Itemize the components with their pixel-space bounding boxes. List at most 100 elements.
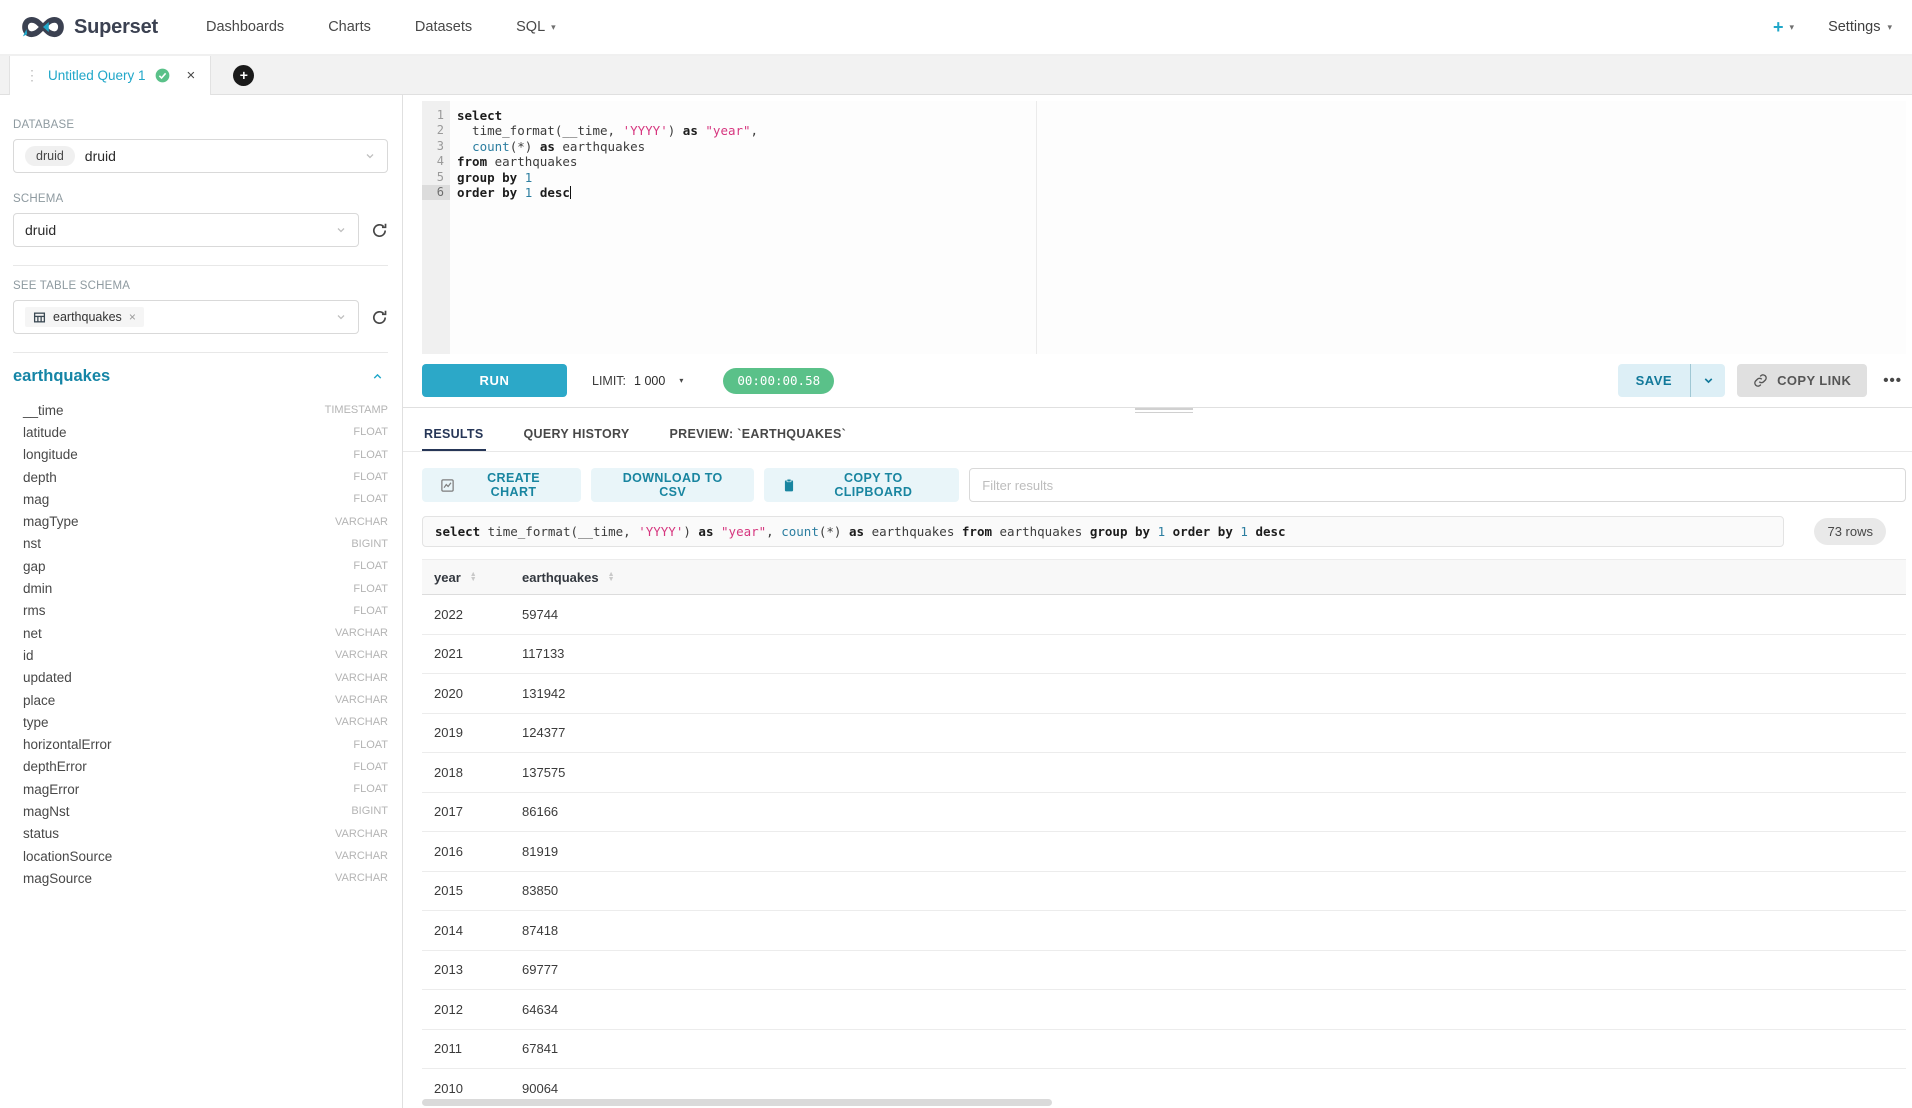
sql-token-kw: desc	[540, 185, 570, 200]
top-navbar: Superset Dashboards Charts Datasets SQL …	[0, 0, 1912, 56]
table-schema-label: SEE TABLE SCHEMA	[13, 280, 388, 292]
table-select[interactable]: earthquakes ×	[13, 300, 359, 334]
schema-select[interactable]: druid	[13, 213, 359, 247]
column-name: place	[23, 693, 55, 708]
resize-drag-handle[interactable]	[1135, 406, 1193, 415]
column-name: __time	[23, 403, 64, 418]
new-tab-button[interactable]: +	[233, 65, 254, 86]
clipboard-icon	[782, 478, 796, 492]
cell-earthquakes: 64634	[510, 990, 1906, 1030]
row-count-badge: 73 rows	[1814, 518, 1886, 545]
text-cursor	[570, 186, 572, 199]
sql-token-kw: as	[698, 524, 713, 539]
sidebar-divider	[13, 265, 388, 266]
nav-item-charts[interactable]: Charts	[306, 19, 393, 35]
drag-dots-icon[interactable]: ⋮	[25, 67, 39, 84]
tab-preview-earthquakes[interactable]: PREVIEW: `EARTHQUAKES`	[668, 418, 849, 451]
sort-down-icon: ▼	[608, 577, 615, 582]
column-name: status	[23, 826, 59, 841]
sql-token-kw: group by	[457, 170, 517, 185]
column-row: longitudeFLOAT	[13, 444, 388, 466]
sql-token-pl	[1165, 524, 1173, 539]
column-type: VARCHAR	[335, 872, 388, 884]
results-actions-row: CREATE CHART DOWNLOAD TO CSV COPY TO CLI…	[422, 468, 1906, 502]
column-header-label: year	[434, 570, 461, 585]
sort-down-icon: ▼	[470, 577, 477, 582]
column-type: FLOAT	[353, 426, 388, 438]
nav-item-datasets[interactable]: Datasets	[393, 19, 494, 35]
cell-year: 2017	[422, 792, 510, 832]
tab-untitled-query-1[interactable]: ⋮ Untitled Query 1 ×	[9, 56, 211, 95]
superset-brand[interactable]: Superset	[20, 14, 158, 40]
table-row: 202259744	[422, 595, 1906, 635]
plus-icon: +	[1773, 18, 1784, 36]
more-actions-button[interactable]: •••	[1879, 372, 1906, 389]
horizontal-scrollbar-thumb[interactable]	[422, 1099, 1052, 1106]
remove-table-icon[interactable]: ×	[129, 310, 136, 324]
table-row: 2021117133	[422, 634, 1906, 674]
filter-results-input[interactable]	[969, 468, 1906, 502]
column-header-inner[interactable]: earthquakes▲▼	[522, 570, 1906, 585]
sql-token-pl: (*)	[819, 524, 849, 539]
table-row: 201264634	[422, 990, 1906, 1030]
column-header-inner[interactable]: year ▲▼	[434, 570, 510, 585]
column-name: magError	[23, 782, 79, 797]
create-chart-button[interactable]: CREATE CHART	[422, 468, 581, 502]
sql-token-st: "year"	[721, 524, 766, 539]
refresh-schemas-icon[interactable]	[371, 222, 388, 239]
sql-editor[interactable]: 123456 select time_format(__time, 'YYYY'…	[422, 101, 1906, 354]
column-type: VARCHAR	[335, 649, 388, 661]
sql-token-pl: )	[683, 524, 698, 539]
sql-token-st: "year"	[705, 123, 750, 138]
pane-divider	[403, 407, 1912, 408]
column-type: VARCHAR	[335, 627, 388, 639]
column-name: magNst	[23, 804, 70, 819]
table-row: 201487418	[422, 911, 1906, 951]
column-name: depthError	[23, 759, 87, 774]
save-button[interactable]: SAVE	[1618, 364, 1691, 397]
column-type: FLOAT	[353, 449, 388, 461]
editor-gutter: 123456	[422, 101, 450, 354]
refresh-tables-icon[interactable]	[371, 309, 388, 326]
editor-code-area[interactable]: select time_format(__time, 'YYYY') as "y…	[450, 101, 1906, 354]
close-icon[interactable]: ×	[187, 67, 196, 84]
column-row: depthErrorFLOAT	[13, 756, 388, 778]
save-options-chevron[interactable]	[1691, 364, 1725, 397]
tab-results[interactable]: RESULTS	[422, 418, 486, 451]
column-name: updated	[23, 670, 72, 685]
code-line: order by 1 desc	[457, 185, 1906, 200]
save-split-button[interactable]: SAVE	[1618, 364, 1725, 397]
column-type: FLOAT	[353, 783, 388, 795]
line-number: 6	[422, 185, 450, 200]
column-type: VARCHAR	[335, 828, 388, 840]
sort-carets-icon[interactable]: ▲▼	[470, 572, 477, 582]
nav-item-dashboards[interactable]: Dashboards	[184, 19, 306, 35]
cell-earthquakes: 86166	[510, 792, 1906, 832]
table-name-heading[interactable]: earthquakes	[13, 367, 110, 386]
column-header-earthquakes[interactable]: earthquakes▲▼	[510, 560, 1906, 595]
sql-token-pl: time_format(__time,	[457, 123, 623, 138]
column-name: latitude	[23, 425, 67, 440]
limit-dropdown[interactable]: LIMIT: 1 000 ▾	[592, 374, 683, 388]
column-row: gapFLOAT	[13, 555, 388, 577]
column-type: FLOAT	[353, 583, 388, 595]
settings-menu[interactable]: Settings ▾	[1828, 19, 1892, 35]
cell-year: 2022	[422, 595, 510, 635]
copy-link-button[interactable]: COPY LINK	[1737, 364, 1867, 397]
column-type: FLOAT	[353, 471, 388, 483]
sort-carets-icon[interactable]: ▲▼	[608, 572, 615, 582]
run-button[interactable]: RUN	[422, 364, 567, 397]
database-select[interactable]: druid druid	[13, 139, 388, 173]
sql-token-fn: count	[781, 524, 819, 539]
sql-token-fn: count	[472, 139, 510, 154]
tab-query-history[interactable]: QUERY HISTORY	[522, 418, 632, 451]
download-csv-button[interactable]: DOWNLOAD TO CSV	[591, 468, 754, 502]
column-header-year[interactable]: year ▲▼	[422, 560, 510, 595]
column-row: nstBIGINT	[13, 533, 388, 555]
column-type: VARCHAR	[335, 672, 388, 684]
copy-clipboard-button[interactable]: COPY TO CLIPBOARD	[764, 468, 959, 502]
collapse-chevron-up-icon[interactable]	[371, 370, 384, 383]
table-row: 2020131942	[422, 674, 1906, 714]
nav-item-sql[interactable]: SQL ▾	[494, 19, 578, 35]
new-item-button[interactable]: + ▾	[1773, 18, 1794, 36]
